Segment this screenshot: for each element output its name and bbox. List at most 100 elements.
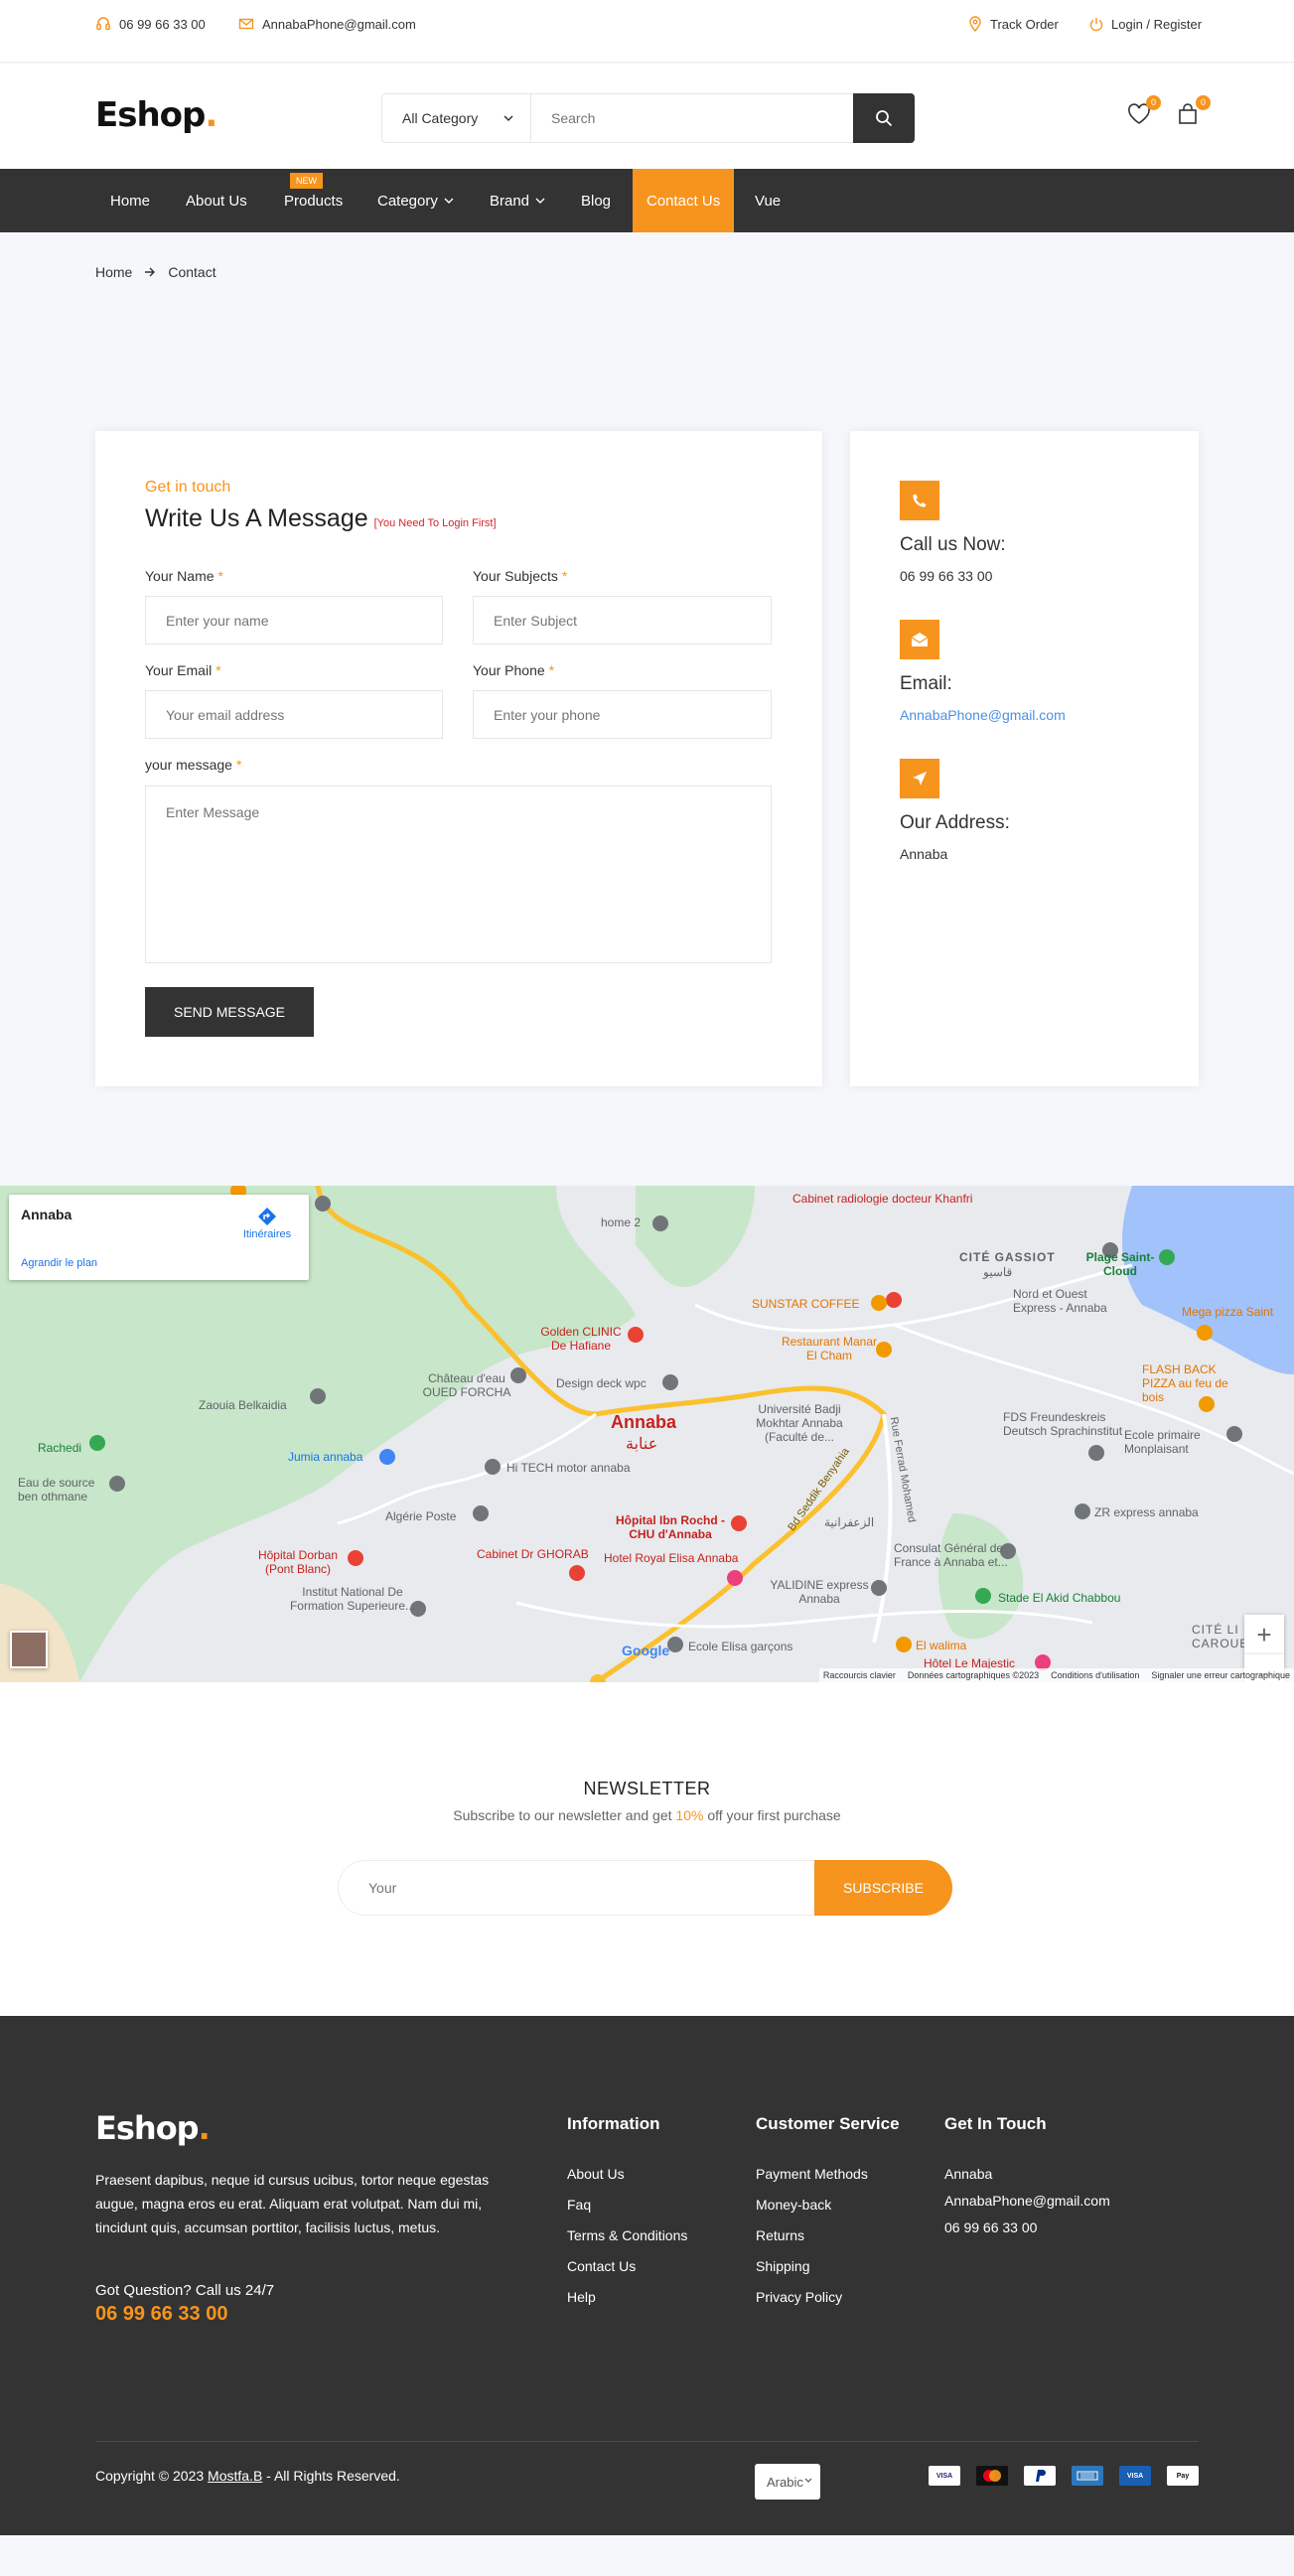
- footer-link-faq[interactable]: Faq: [567, 2197, 591, 2213]
- topbar-email[interactable]: AnnabaPhone@gmail.com: [238, 14, 416, 34]
- footer-link-help[interactable]: Help: [567, 2289, 596, 2305]
- nav-home[interactable]: Home: [96, 169, 164, 232]
- footer: Eshop. Praesent dapibus, neque id cursus…: [0, 2016, 1294, 2535]
- map-label: Rachedi: [38, 1441, 82, 1455]
- logo[interactable]: Eshop.: [95, 95, 217, 135]
- footer-question: Got Question? Call us 24/7: [95, 2282, 275, 2299]
- footer-about-text: Praesent dapibus, neque id cursus ucibus…: [95, 2172, 490, 2235]
- email-value-link[interactable]: AnnabaPhone@gmail.com: [900, 707, 1066, 723]
- footer-link-returns[interactable]: Returns: [756, 2227, 804, 2243]
- map-label: Algérie Poste: [385, 1509, 457, 1523]
- contact-info-card: Call us Now: 06 99 66 33 00 Email: Annab…: [850, 431, 1199, 1086]
- nav-brand[interactable]: Brand: [476, 169, 559, 232]
- map-label: home 2: [601, 1216, 642, 1229]
- map-satellite-thumbnail[interactable]: [10, 1631, 48, 1668]
- map-terms-link[interactable]: Conditions d'utilisation: [1051, 1670, 1139, 1680]
- address-title: Our Address:: [900, 812, 1010, 833]
- message-label: your message *: [145, 757, 241, 773]
- required-mark: *: [548, 662, 555, 678]
- newsletter-section: NEWSLETTER Subscribe to our newsletter a…: [0, 1682, 1294, 2016]
- form-eyebrow: Get in touch: [145, 479, 231, 496]
- footer-phone-number[interactable]: 06 99 66 33 00: [944, 2219, 1037, 2235]
- map-label: Ecole Elisa garçons: [688, 1640, 793, 1653]
- map-label: Zaouia Belkaidia: [199, 1398, 287, 1412]
- information-title: Information: [567, 2114, 660, 2133]
- nav-brand-label: Brand: [490, 192, 530, 210]
- footer-logo[interactable]: Eshop.: [95, 2109, 211, 2147]
- newsletter-subtitle-post: off your first purchase: [703, 1807, 841, 1823]
- footer-link-about[interactable]: About Us: [567, 2166, 625, 2182]
- nav-about-label: About Us: [186, 192, 247, 210]
- nav-vue-label: Vue: [755, 192, 782, 210]
- map-directions-label: Itinéraires: [242, 1228, 292, 1240]
- search-button[interactable]: [853, 93, 915, 143]
- wishlist-button[interactable]: 0: [1127, 95, 1161, 129]
- map-city-label: Annaba: [611, 1412, 677, 1432]
- email-title: Email:: [900, 673, 952, 694]
- nav-about-us[interactable]: About Us: [172, 169, 261, 232]
- login-register-link[interactable]: Login / Register: [1089, 14, 1202, 34]
- visa-icon: VISA: [929, 2466, 960, 2486]
- category-select-value: All Category: [402, 110, 479, 126]
- nav-contact-us[interactable]: Contact Us: [633, 169, 735, 232]
- footer-link-contact[interactable]: Contact Us: [567, 2258, 636, 2274]
- newsletter-email-input[interactable]: [338, 1860, 814, 1916]
- google-logo: Google: [622, 1643, 670, 1658]
- map-shortcuts-link[interactable]: Raccourcis clavier: [823, 1670, 896, 1680]
- subject-field[interactable]: [473, 596, 772, 644]
- zoom-in-button[interactable]: +: [1244, 1615, 1284, 1654]
- map-label: Hôpital Dorban (Pont Blanc): [257, 1548, 339, 1576]
- nav-blog[interactable]: Blog: [567, 169, 625, 232]
- search-input[interactable]: [533, 94, 837, 142]
- map-attribution: Données cartographiques ©2023: [907, 1670, 1040, 1680]
- footer-phone[interactable]: 06 99 66 33 00: [95, 2303, 227, 2326]
- footer-link-money-back[interactable]: Money-back: [756, 2197, 831, 2213]
- track-order-link[interactable]: Track Order: [968, 14, 1059, 34]
- footer-link-terms[interactable]: Terms & Conditions: [567, 2227, 687, 2243]
- topbar-phone[interactable]: 06 99 66 33 00: [95, 14, 206, 34]
- map-label: FDS Freundeskreis Deutsch Sprachinstitut: [1003, 1410, 1123, 1438]
- footer-link-payment[interactable]: Payment Methods: [756, 2166, 868, 2182]
- subscribe-button[interactable]: SUBSCRIBE: [814, 1860, 952, 1916]
- phone-field[interactable]: [473, 690, 772, 739]
- copyright-author-link[interactable]: Mostfa.B: [208, 2468, 262, 2484]
- main-nav: Home About Us Products NEW Category Bran…: [0, 169, 1294, 232]
- map-directions-button[interactable]: Itinéraires: [235, 1203, 299, 1240]
- headset-icon: [95, 16, 119, 32]
- cart-button[interactable]: 0: [1177, 95, 1211, 129]
- email-label-text: Your Email: [145, 662, 213, 678]
- map-label: الزعفرانية: [824, 1515, 875, 1529]
- page: 06 99 66 33 00 AnnabaPhone@gmail.com Tra…: [0, 0, 1294, 2576]
- embedded-map[interactable]: Cabinet radiologie docteur Khanfri CITÉ …: [0, 1186, 1294, 1682]
- map-label: El walima: [916, 1639, 967, 1652]
- map-label: Ecole primaire Monplaisant: [1124, 1428, 1201, 1456]
- map-city-label-ar: عنابة: [626, 1436, 658, 1453]
- message-field[interactable]: [145, 786, 772, 963]
- map-label: Consulat Général de France à Annaba et..…: [894, 1541, 1008, 1569]
- footer-link-shipping[interactable]: Shipping: [756, 2258, 810, 2274]
- track-order-text: Track Order: [990, 16, 1059, 32]
- map-enlarge-link[interactable]: Agrandir le plan: [21, 1257, 97, 1269]
- map-report-link[interactable]: Signaler une erreur cartographique: [1151, 1670, 1290, 1680]
- customer-service-title: Customer Service: [756, 2114, 900, 2133]
- map-label: قاسيو: [983, 1265, 1013, 1279]
- power-icon: [1089, 16, 1111, 32]
- phone-label: Your Phone *: [473, 662, 554, 678]
- address-value: Annaba: [900, 846, 948, 862]
- contact-section: Get in touch Write Us A Message [You Need…: [0, 332, 1294, 1186]
- nav-category[interactable]: Category: [363, 169, 468, 232]
- map-place-title: Annaba: [21, 1207, 72, 1222]
- nav-vue[interactable]: Vue: [741, 169, 794, 232]
- footer-logo-text: Eshop: [95, 2109, 200, 2147]
- footer-link-privacy[interactable]: Privacy Policy: [756, 2289, 842, 2305]
- breadcrumb-home[interactable]: Home: [95, 264, 132, 280]
- name-field[interactable]: [145, 596, 443, 644]
- contact-form-card: Get in touch Write Us A Message [You Need…: [95, 431, 822, 1086]
- category-select[interactable]: All Category: [382, 94, 531, 142]
- subject-label-text: Your Subjects: [473, 568, 558, 584]
- language-select[interactable]: Arabic: [755, 2464, 820, 2500]
- send-message-button[interactable]: SEND MESSAGE: [145, 987, 314, 1037]
- login-required-note: [You Need To Login First]: [373, 517, 497, 529]
- footer-email[interactable]: AnnabaPhone@gmail.com: [944, 2193, 1110, 2209]
- email-field[interactable]: [145, 690, 443, 739]
